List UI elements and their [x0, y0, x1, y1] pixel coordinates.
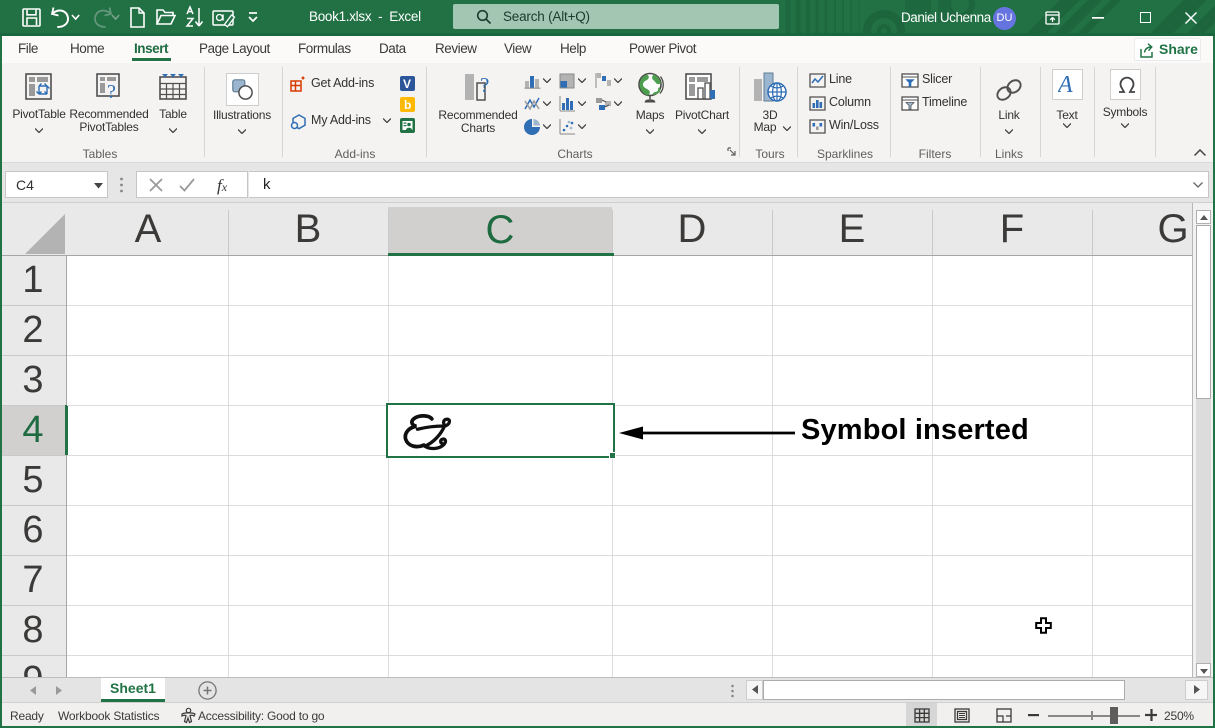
svg-text:V: V [403, 77, 411, 91]
svg-text:A: A [1058, 73, 1073, 97]
svg-text:?: ? [107, 81, 116, 100]
svg-text:?: ? [480, 73, 489, 97]
svg-text:b: b [404, 98, 411, 112]
